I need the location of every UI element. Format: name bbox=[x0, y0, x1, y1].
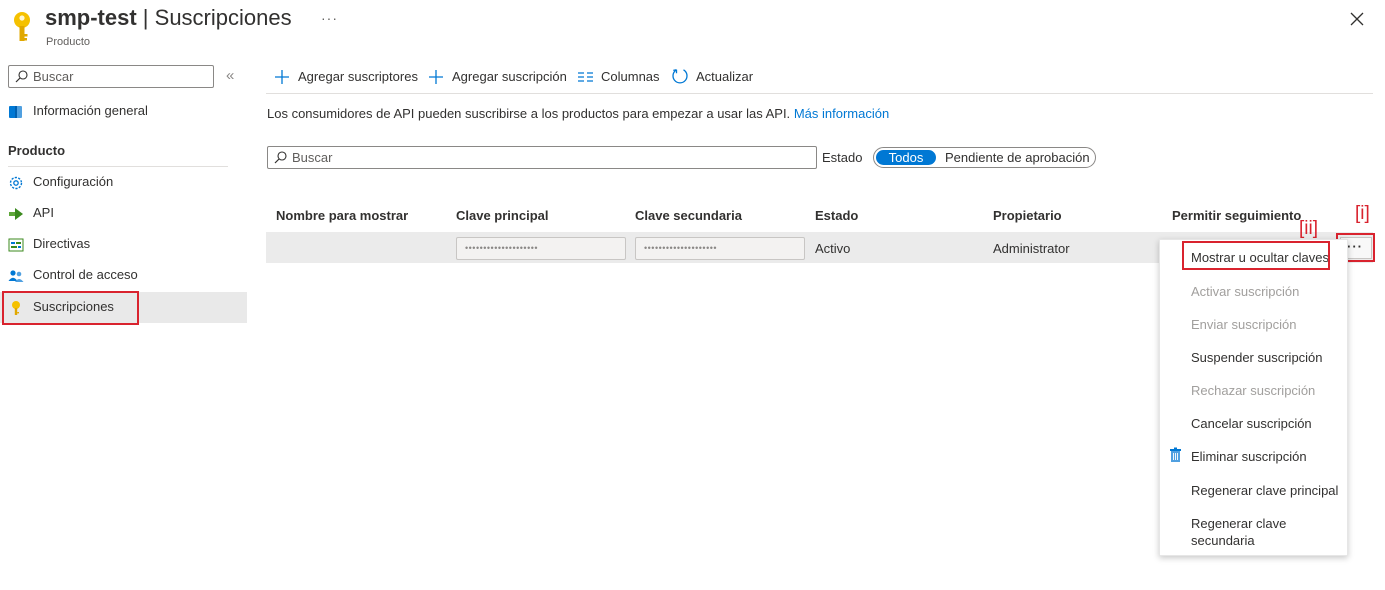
columns-label: Columnas bbox=[601, 69, 660, 84]
sidebar-item-policies[interactable]: Directivas bbox=[0, 229, 247, 260]
sidebar-item-overview[interactable]: Información general bbox=[0, 96, 247, 127]
title-separator: | bbox=[136, 5, 155, 30]
sidebar-item-label: Control de acceso bbox=[33, 267, 138, 282]
add-subscription-button[interactable]: Agregar suscripción bbox=[428, 67, 567, 87]
menu-item-regenerate-secondary[interactable]: Regenerar clave secundaria bbox=[1191, 515, 1286, 549]
columns-icon bbox=[578, 72, 593, 82]
info-book-icon bbox=[9, 106, 22, 118]
annotation-ii: [ii] bbox=[1299, 218, 1318, 239]
key-icon bbox=[14, 12, 30, 41]
more-icon: ··· bbox=[1347, 239, 1363, 254]
add-subscribers-label: Agregar suscriptores bbox=[298, 69, 418, 84]
filter-option-all[interactable]: Todos bbox=[876, 150, 936, 165]
refresh-icon bbox=[672, 69, 688, 84]
plus-icon bbox=[429, 70, 443, 84]
close-icon[interactable] bbox=[1347, 9, 1367, 29]
header-more-button[interactable]: ··· bbox=[321, 10, 338, 26]
resource-name: smp-test bbox=[45, 5, 137, 30]
filter-option-pending[interactable]: Pendiente de aprobación bbox=[945, 149, 1090, 166]
annotation-i: [i] bbox=[1355, 203, 1370, 224]
policy-icon bbox=[8, 238, 24, 252]
sidebar-item-subscriptions[interactable]: Suscripciones bbox=[0, 292, 247, 323]
menu-item-activate: Activar suscripción bbox=[1191, 284, 1300, 299]
refresh-label: Actualizar bbox=[696, 69, 754, 84]
sidebar-item-label: Información general bbox=[33, 103, 148, 118]
page-subtitle: Producto bbox=[46, 36, 91, 48]
sidebar-section-title: Producto bbox=[8, 143, 66, 158]
menu-item-reject: Rechazar suscripción bbox=[1191, 383, 1316, 398]
info-text: Los consumidores de API pueden suscribir… bbox=[267, 106, 889, 121]
menu-item-regenerate-primary[interactable]: Regenerar clave principal bbox=[1191, 482, 1338, 499]
column-header-secondary-key[interactable]: Clave secundaria bbox=[635, 208, 742, 223]
column-header-state[interactable]: Estado bbox=[815, 208, 858, 223]
people-icon bbox=[8, 270, 24, 282]
page-title: smp-test | Suscripciones bbox=[45, 5, 292, 31]
cell-owner: Administrator bbox=[993, 241, 1070, 256]
subscriptions-search-input[interactable] bbox=[292, 149, 807, 166]
info-message: Los consumidores de API pueden suscribir… bbox=[267, 106, 791, 121]
trash-icon bbox=[1170, 447, 1181, 462]
search-icon bbox=[15, 70, 28, 83]
sidebar-search-input[interactable] bbox=[33, 68, 208, 85]
subscriptions-search[interactable] bbox=[267, 146, 817, 169]
column-header-display-name[interactable]: Nombre para mostrar bbox=[276, 208, 408, 223]
menu-item-delete[interactable]: Eliminar suscripción bbox=[1191, 448, 1307, 465]
search-icon bbox=[274, 151, 287, 164]
gear-icon bbox=[9, 176, 23, 190]
sidebar-item-api[interactable]: API bbox=[0, 198, 247, 229]
column-header-owner[interactable]: Propietario bbox=[993, 208, 1062, 223]
menu-item-show-hide-keys[interactable]: Mostrar u ocultar claves bbox=[1191, 249, 1329, 266]
sidebar-item-label: Suscripciones bbox=[33, 299, 114, 314]
primary-key-field[interactable]: •••••••••••••••••••• bbox=[456, 237, 626, 260]
sidebar-search[interactable] bbox=[8, 65, 214, 88]
plus-icon bbox=[275, 70, 289, 84]
divider bbox=[266, 93, 1373, 94]
column-header-tracing[interactable]: Permitir seguimiento bbox=[1172, 208, 1301, 223]
sidebar-item-label: Directivas bbox=[33, 236, 91, 251]
add-subscription-label: Agregar suscripción bbox=[452, 69, 567, 84]
add-subscribers-button[interactable]: Agregar suscriptores bbox=[274, 67, 418, 87]
collapse-sidebar-button[interactable]: « bbox=[226, 67, 234, 84]
state-filter-toggle: Todos Pendiente de aprobación bbox=[873, 147, 1096, 168]
column-header-primary-key[interactable]: Clave principal bbox=[456, 208, 548, 223]
menu-item-cancel[interactable]: Cancelar suscripción bbox=[1191, 415, 1312, 432]
secondary-key-field[interactable]: •••••••••••••••••••• bbox=[635, 237, 805, 260]
row-context-menu: Mostrar u ocultar claves Activar suscrip… bbox=[1159, 239, 1348, 556]
menu-item-submit: Enviar suscripción bbox=[1191, 317, 1297, 332]
sidebar-item-configuration[interactable]: Configuración bbox=[0, 167, 247, 198]
api-arrow-icon bbox=[9, 208, 23, 220]
sidebar-item-access-control[interactable]: Control de acceso bbox=[0, 260, 247, 291]
sidebar-item-label: API bbox=[33, 205, 54, 220]
menu-item-suspend[interactable]: Suspender suscripción bbox=[1191, 349, 1323, 366]
key-icon bbox=[12, 301, 20, 315]
state-filter-label: Estado bbox=[822, 150, 863, 165]
cell-state: Activo bbox=[815, 241, 851, 256]
menu-item-label-line1: Regenerar clave bbox=[1191, 516, 1287, 531]
menu-item-label-line2: secundaria bbox=[1191, 533, 1255, 548]
blade-name: Suscripciones bbox=[154, 5, 292, 30]
refresh-button[interactable]: Actualizar bbox=[671, 67, 754, 87]
sidebar-item-label: Configuración bbox=[33, 174, 114, 189]
columns-button[interactable]: Columnas bbox=[577, 67, 660, 87]
learn-more-link[interactable]: Más información bbox=[794, 106, 889, 121]
